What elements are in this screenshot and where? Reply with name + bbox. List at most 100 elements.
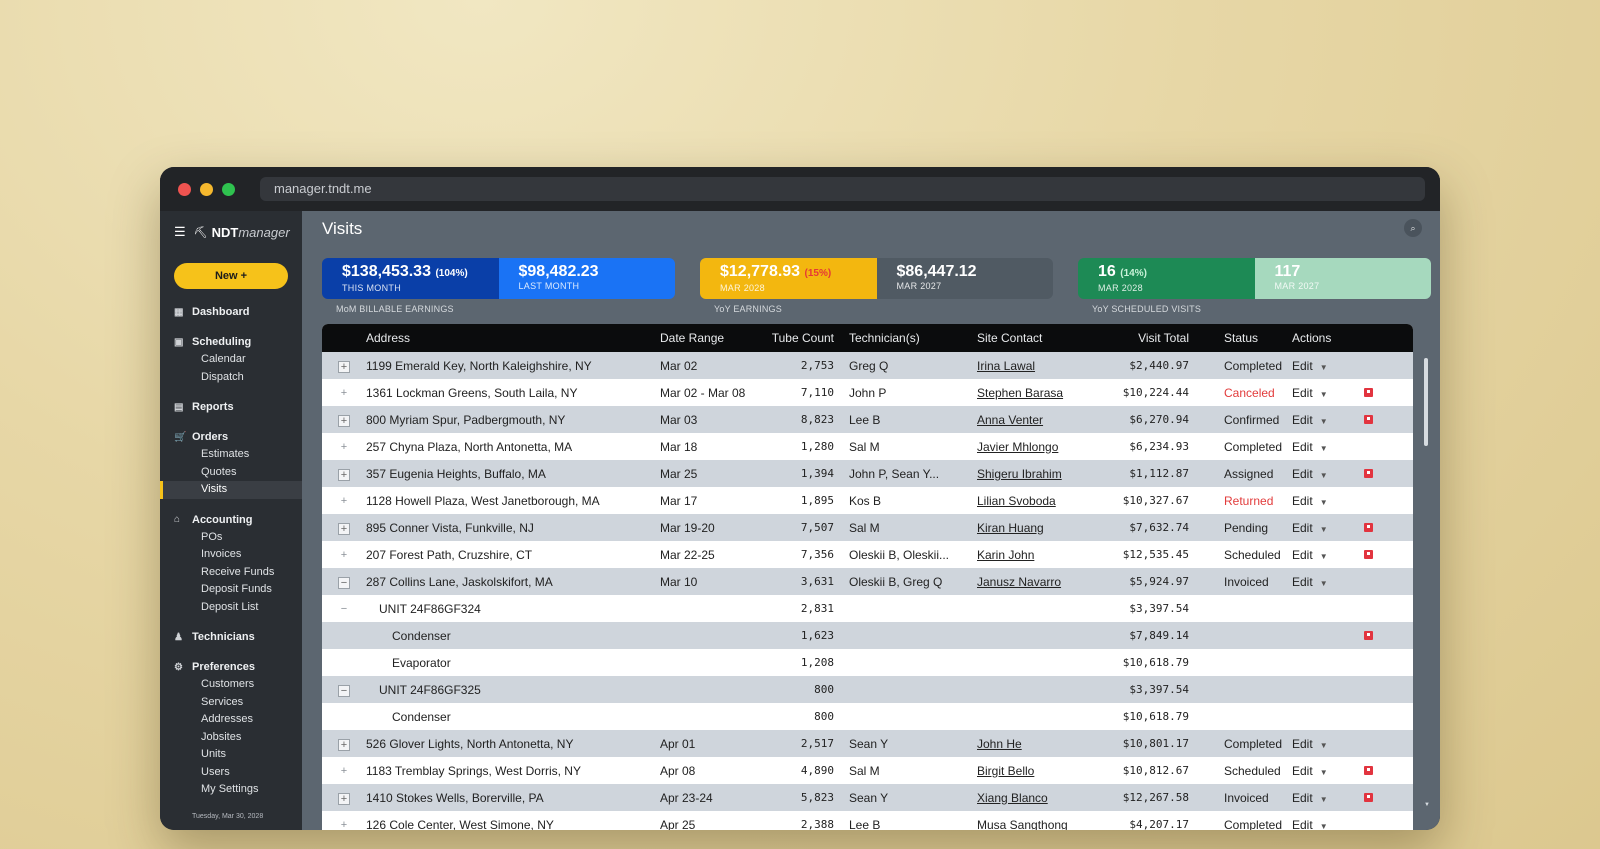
edit-dropdown-button[interactable]: Edit ▼	[1292, 791, 1328, 805]
sidebar-subitem-calendar[interactable]: Calendar	[160, 351, 302, 369]
expand-icon[interactable]: +	[338, 496, 350, 508]
sidebar-item-scheduling[interactable]: ▣ Scheduling	[160, 333, 302, 351]
flag-icon[interactable]	[1364, 630, 1373, 640]
edit-dropdown-button[interactable]: Edit ▼	[1292, 575, 1328, 589]
stat-card-right[interactable]: $86,447.12 MAR 2027	[876, 258, 1053, 299]
edit-dropdown-button[interactable]: Edit ▼	[1292, 548, 1328, 562]
edit-dropdown-button[interactable]: Edit ▼	[1292, 494, 1328, 508]
expand-icon[interactable]: +	[338, 442, 350, 454]
header-status[interactable]: Status	[1191, 324, 1292, 352]
sidebar-subitem-units[interactable]: Units	[160, 746, 302, 764]
site-contact-link[interactable]: Kiran Huang	[977, 521, 1044, 535]
edit-dropdown-button[interactable]: Edit ▼	[1292, 521, 1328, 535]
edit-dropdown-button[interactable]: Edit ▼	[1292, 737, 1328, 751]
expand-icon[interactable]: +	[338, 820, 350, 831]
sidebar-subitem-dispatch[interactable]: Dispatch	[160, 369, 302, 387]
sidebar-subitem-receive-funds[interactable]: Receive Funds	[160, 564, 302, 582]
site-contact-link[interactable]: Javier Mhlongo	[977, 440, 1058, 454]
caret-down-icon: ▼	[1319, 821, 1328, 831]
header-technicians[interactable]: Technician(s)	[849, 324, 977, 352]
expand-icon[interactable]: +	[338, 550, 350, 562]
expand-icon[interactable]: +	[338, 388, 350, 400]
address-bar[interactable]: manager.tndt.me	[260, 177, 1425, 201]
flag-icon[interactable]	[1364, 765, 1373, 775]
close-window-button[interactable]	[178, 182, 191, 196]
flag-icon[interactable]	[1364, 522, 1373, 532]
sidebar-item-orders[interactable]: 🛒 Orders	[160, 428, 302, 446]
expand-icon[interactable]: +	[338, 738, 350, 751]
sidebar-subitem-addresses[interactable]: Addresses	[160, 711, 302, 729]
edit-dropdown-button[interactable]: Edit ▼	[1292, 440, 1328, 454]
header-visit-total[interactable]: Visit Total	[1091, 324, 1191, 352]
edit-dropdown-button[interactable]: Edit ▼	[1292, 359, 1328, 373]
maximize-window-button[interactable]	[222, 182, 235, 196]
collapse-icon[interactable]: −	[338, 576, 350, 589]
edit-dropdown-button[interactable]: Edit ▼	[1292, 467, 1328, 481]
sidebar-subitem-deposit-funds[interactable]: Deposit Funds	[160, 581, 302, 599]
site-contact-link[interactable]: Stephen Barasa	[977, 386, 1063, 400]
flag-icon[interactable]	[1364, 549, 1373, 559]
expand-icon[interactable]: +	[338, 522, 350, 535]
flag-icon[interactable]	[1364, 387, 1373, 397]
sidebar-subitem-estimates[interactable]: Estimates	[160, 446, 302, 464]
sidebar-subitem-users[interactable]: Users	[160, 764, 302, 782]
site-contact-link[interactable]: Janusz Navarro	[977, 575, 1061, 589]
sidebar-subitem-my-settings[interactable]: My Settings	[160, 781, 302, 799]
flag-icon[interactable]	[1364, 468, 1373, 478]
header-address[interactable]: Address	[366, 324, 660, 352]
sidebar-subitem-visits[interactable]: Visits	[160, 481, 302, 499]
sidebar-subitem-quotes[interactable]: Quotes	[160, 464, 302, 482]
stat-card-right[interactable]: $98,482.23 LAST MONTH	[498, 258, 675, 299]
sidebar-item-technicians[interactable]: ♟ Technicians	[160, 628, 302, 646]
address-cell: 895 Conner Vista, Funkville, NJ	[366, 514, 660, 541]
scroll-down-icon[interactable]: ▼	[1424, 802, 1430, 808]
edit-dropdown-button[interactable]: Edit ▼	[1292, 386, 1328, 400]
site-contact-link[interactable]: John He	[977, 737, 1022, 751]
site-contact-link[interactable]: Lilian Svoboda	[977, 494, 1056, 508]
site-contact-link[interactable]: Anna Venter	[977, 413, 1043, 427]
expand-icon[interactable]: +	[338, 792, 350, 805]
sidebar-item-dashboard[interactable]: ▦ Dashboard	[160, 303, 302, 321]
site-contact-link[interactable]: Musa Sangthong	[977, 818, 1068, 831]
sidebar-item-accounting[interactable]: ⌂ Accounting	[160, 511, 302, 529]
site-contact-link[interactable]: Shigeru Ibrahim	[977, 467, 1062, 481]
sidebar-subitem-pos[interactable]: POs	[160, 529, 302, 547]
stat-card-left[interactable]: 16 (14%) MAR 2028	[1078, 258, 1255, 299]
flag-icon[interactable]	[1364, 792, 1373, 802]
site-contact-link[interactable]: Xiang Blanco	[977, 791, 1048, 805]
sidebar-item-reports[interactable]: ▤ Reports	[160, 398, 302, 416]
site-contact-link[interactable]: Birgit Bello	[977, 764, 1034, 778]
sidebar-subitem-jobsites[interactable]: Jobsites	[160, 729, 302, 747]
expand-icon[interactable]: +	[338, 360, 350, 373]
collapse-icon[interactable]: −	[338, 604, 350, 616]
visit-total-cell: $6,270.94	[1129, 413, 1189, 426]
site-contact-link[interactable]: Karin John	[977, 548, 1034, 562]
header-tube-count[interactable]: Tube Count	[769, 324, 849, 352]
stat-card-right[interactable]: 117 MAR 2027	[1254, 258, 1431, 299]
expand-icon[interactable]: +	[338, 766, 350, 778]
site-contact-link[interactable]: Irina Lawal	[977, 359, 1035, 373]
stat-card-left[interactable]: $12,778.93 (15%) MAR 2028	[700, 258, 877, 299]
minimize-window-button[interactable]	[200, 182, 213, 196]
header-date-range[interactable]: Date Range	[660, 324, 769, 352]
search-icon[interactable]: ⌕	[1404, 219, 1422, 237]
sidebar-subitem-customers[interactable]: Customers	[160, 676, 302, 694]
edit-dropdown-button[interactable]: Edit ▼	[1292, 818, 1328, 831]
hamburger-menu-icon[interactable]: ☰	[174, 224, 186, 240]
new-button[interactable]: New +	[174, 263, 288, 289]
sidebar-item-preferences[interactable]: ⚙ Preferences	[160, 658, 302, 676]
table-scrollbar[interactable]	[1424, 358, 1428, 446]
sidebar-subitem-deposit-list[interactable]: Deposit List	[160, 599, 302, 617]
header-site-contact[interactable]: Site Contact	[977, 324, 1091, 352]
stat-card-left[interactable]: $138,453.33 (104%) THIS MONTH	[322, 258, 499, 299]
collapse-icon[interactable]: −	[338, 684, 350, 697]
sidebar-subitem-services[interactable]: Services	[160, 694, 302, 712]
expand-icon[interactable]: +	[338, 414, 350, 427]
sidebar-subitem-invoices[interactable]: Invoices	[160, 546, 302, 564]
edit-dropdown-button[interactable]: Edit ▼	[1292, 764, 1328, 778]
nav-group-scheduling: ▣ Scheduling Calendar Dispatch	[160, 333, 302, 386]
edit-dropdown-button[interactable]: Edit ▼	[1292, 413, 1328, 427]
site-contact-cell	[977, 595, 1091, 622]
expand-icon[interactable]: +	[338, 468, 350, 481]
flag-icon[interactable]	[1364, 414, 1373, 424]
